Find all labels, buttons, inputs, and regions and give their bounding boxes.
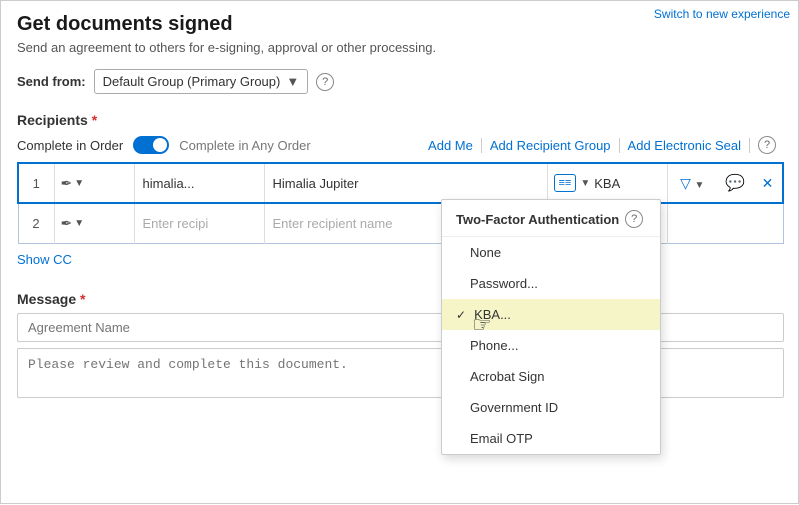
send-from-arrow-icon: ▼ [286,74,299,89]
none-label: None [470,245,501,260]
recipient-number: 2 [18,203,54,243]
dropdown-item-government-id[interactable]: Government ID [442,392,660,423]
recipients-help-icon[interactable]: ? [758,136,776,154]
toggle-knob [153,138,167,152]
add-links-group: Add Me Add Recipient Group Add Electroni… [420,136,784,154]
delete-icon[interactable]: ✕ [762,175,774,191]
message-icon[interactable]: 💬 [725,175,745,192]
complete-in-order-label: Complete in Order [17,138,123,153]
add-recipient-group-link[interactable]: Add Recipient Group [482,138,620,153]
send-from-select[interactable]: Default Group (Primary Group) ▼ [94,69,309,94]
auth-icon: ≡≡ [554,174,577,192]
filter-arrow-icon: ▼ [695,180,705,191]
recipient-role-cell: ✒ ▼ [54,163,134,203]
dropdown-item-kba[interactable]: ✓ KBA... ☞ [442,299,660,330]
table-row: 1 ✒ ▼ himalia... Himalia Jupiter ≡≡ ▼ [18,163,783,203]
send-from-help-icon[interactable]: ? [316,73,334,91]
recipients-table: 1 ✒ ▼ himalia... Himalia Jupiter ≡≡ ▼ [17,162,784,244]
page-subtitle: Send an agreement to others for e-signin… [17,40,784,55]
empty-cells [667,203,783,243]
role-selector[interactable]: ✒ ▼ [61,215,128,232]
auth-selector[interactable]: ≡≡ ▼ KBA [554,174,661,192]
add-me-link[interactable]: Add Me [420,138,482,153]
complete-in-any-order-label: Complete in Any Order [179,138,311,153]
dropdown-item-acrobat-sign[interactable]: Acrobat Sign [442,361,660,392]
signer-icon: ✒ [61,215,73,232]
complete-in-order-toggle[interactable] [133,136,169,154]
auth-label: KBA [594,176,620,191]
send-from-row: Send from: Default Group (Primary Group)… [17,69,784,94]
delete-cell: ✕ [753,163,783,203]
dropdown-help-icon[interactable]: ? [625,210,643,228]
role-arrow-icon: ▼ [74,218,84,229]
send-from-label: Send from: [17,74,86,89]
filter-icon[interactable]: ▽ [680,175,691,191]
switch-experience-link[interactable]: Switch to new experience [654,7,790,21]
dropdown-item-password[interactable]: Password... [442,268,660,299]
recipients-header: Recipients * [17,112,784,128]
agreement-name-input[interactable] [17,313,784,342]
auth-dropdown: Two-Factor Authentication ? None Passwor… [441,199,661,455]
send-from-value: Default Group (Primary Group) [103,74,281,89]
message-textarea[interactable] [17,348,784,398]
acrobat-sign-label: Acrobat Sign [470,369,544,384]
message-label: Message * [17,291,784,307]
check-icon: ✓ [456,308,466,322]
recipients-section: Recipients * Complete in Order Complete … [17,112,784,281]
table-row: 2 ✒ ▼ Enter recipi Enter recipient name … [18,203,783,243]
dropdown-item-email-otp[interactable]: Email OTP [442,423,660,454]
recipient-role-cell: ✒ ▼ [54,203,134,243]
phone-label: Phone... [470,338,518,353]
role-arrow-icon: ▼ [74,178,84,189]
required-star: * [88,112,97,128]
dropdown-item-none[interactable]: None [442,237,660,268]
message-section: Message * [17,291,784,401]
recipient-email[interactable]: himalia... [134,163,264,203]
email-otp-label: Email OTP [470,431,533,446]
recipients-title: Recipients * [17,112,97,128]
dropdown-header-label: Two-Factor Authentication [456,212,619,227]
show-cc-link[interactable]: Show CC [17,252,72,267]
dropdown-header: Two-Factor Authentication ? [442,200,660,237]
recipient-number: 1 [18,163,54,203]
government-id-label: Government ID [470,400,558,415]
role-selector[interactable]: ✒ ▼ [61,175,128,192]
recipient-email-placeholder[interactable]: Enter recipi [134,203,264,243]
signer-icon: ✒ [61,175,73,192]
filter-cell: ▽ ▼ [667,163,717,203]
recipient-name[interactable]: Himalia Jupiter [264,163,547,203]
add-electronic-seal-link[interactable]: Add Electronic Seal [620,138,750,153]
message-cell: 💬 [717,163,753,203]
auth-arrow-icon: ▼ [580,178,590,189]
password-label: Password... [470,276,538,291]
cursor-hand-icon: ☞ [472,312,492,338]
auth-method-cell: ≡≡ ▼ KBA [547,163,667,203]
